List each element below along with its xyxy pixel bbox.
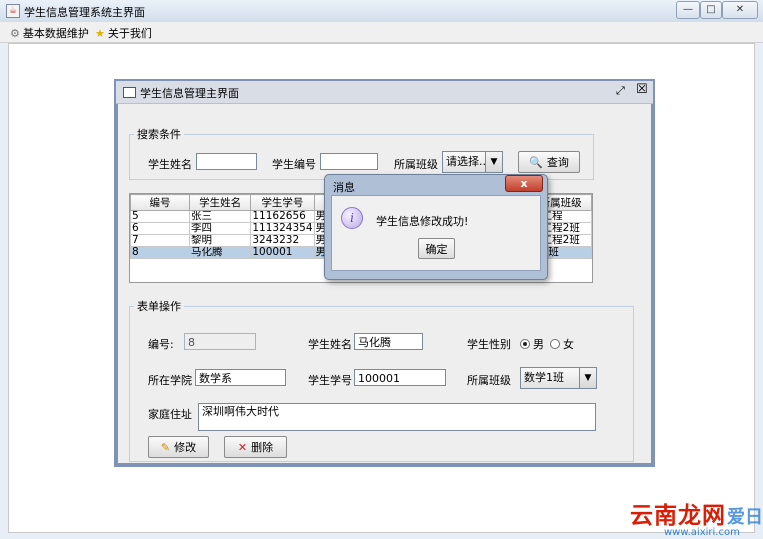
query-button[interactable]: 🔍 查询 [518, 151, 580, 173]
search-number-label: 学生编号 [272, 158, 316, 171]
window-title: 学生信息管理系统主界面 [24, 6, 145, 19]
form-class-select[interactable]: 数学1班 ▼ [520, 367, 597, 389]
search-number-input[interactable] [320, 153, 378, 170]
radio-unchecked-icon [550, 339, 560, 349]
gender-female-radio[interactable]: 女 [550, 336, 574, 352]
form-number-input[interactable]: 100001 [354, 369, 446, 386]
form-gender-label: 学生性别 [467, 338, 511, 351]
search-name-label: 学生姓名 [148, 158, 192, 171]
radio-checked-icon [520, 339, 530, 349]
table-cell: 8 [130, 246, 190, 259]
frame-close-icon[interactable]: ☒ [636, 82, 648, 97]
table-cell: 黎明 [188, 234, 252, 247]
menu-about-us-label: 关于我们 [107, 27, 152, 40]
frame-icon [123, 87, 136, 98]
search-class-value: 请选择... [446, 155, 490, 168]
chevron-down-icon: ▼ [579, 368, 596, 388]
edit-button[interactable]: ✎ 修改 [148, 436, 209, 458]
chevron-down-icon: ▼ [485, 152, 502, 172]
search-icon: 🔍 [529, 155, 543, 169]
pencil-icon: ✎ [160, 440, 171, 454]
table-cell: 7 [130, 234, 190, 247]
table-cell: 3243232 [250, 234, 315, 247]
gender-female-label: 女 [563, 338, 574, 351]
menu-about-us[interactable]: ★ 关于我们 [95, 25, 152, 41]
search-class-select[interactable]: 请选择... ▼ [442, 151, 503, 173]
java-app-icon: ☕ [6, 4, 20, 18]
menu-basic-data[interactable]: ⚙ 基本数据维护 [10, 25, 89, 41]
form-name-input[interactable]: 马化腾 [354, 333, 423, 350]
column-header[interactable]: 学生姓名 [188, 194, 252, 211]
search-name-input[interactable] [196, 153, 257, 170]
query-button-label: 查询 [546, 156, 569, 169]
menu-basic-data-label: 基本数据维护 [22, 27, 89, 40]
star-icon: ★ [95, 26, 105, 40]
search-class-label: 所属班级 [394, 158, 438, 171]
table-cell: 5 [130, 210, 190, 223]
edit-button-label: 修改 [174, 441, 197, 454]
form-number-label: 学生学号 [308, 374, 352, 387]
frame-restore-icon[interactable]: ⤢ [616, 84, 625, 98]
dialog-close-button[interactable]: x [505, 175, 543, 192]
column-header[interactable]: 编号 [130, 194, 190, 211]
form-id-label: 编号: [148, 338, 174, 351]
dialog-title: 消息 [333, 181, 355, 194]
table-cell: 张三 [188, 210, 252, 223]
column-header[interactable]: 学生学号 [250, 194, 315, 211]
table-cell: 11162656 [250, 210, 315, 223]
table-cell: 马化腾 [188, 246, 252, 259]
form-address-textarea[interactable]: 深圳啊伟大时代 [198, 403, 596, 431]
form-address-label: 家庭住址 [148, 408, 192, 421]
delete-button[interactable]: ✕ 删除 [224, 436, 287, 458]
table-cell: 111324354 [250, 222, 315, 235]
internal-frame-title: 学生信息管理主界面 [140, 87, 239, 100]
gear-icon: ⚙ [10, 26, 20, 40]
form-id-field: 8 [184, 333, 256, 350]
delete-x-icon: ✕ [237, 440, 248, 454]
table-cell: 6 [130, 222, 190, 235]
form-class-value: 数学1班 [524, 371, 564, 384]
form-group-legend: 表单操作 [137, 300, 181, 313]
table-cell: 李四 [188, 222, 252, 235]
form-school-label: 所在学院 [148, 374, 192, 387]
form-class-label: 所属班级 [467, 374, 511, 387]
window-titlebar: ☕ 学生信息管理系统主界面 — □ ✕ [0, 0, 763, 22]
table-cell: 100001 [250, 246, 315, 259]
internal-frame-titlebar[interactable]: 学生信息管理主界面 ⤢ ☒ [116, 81, 653, 104]
search-group-legend: 搜索条件 [137, 128, 181, 141]
watermark-url: www.aixiri.com [664, 527, 740, 538]
watermark-logo: 云南龙网 [630, 503, 726, 529]
gender-male-radio[interactable]: 男 [520, 336, 544, 352]
minimize-button[interactable]: — [676, 1, 700, 19]
info-icon: i [341, 207, 363, 229]
dialog-body: i 学生信息修改成功! 确定 [331, 195, 541, 271]
menu-bar: ⚙ 基本数据维护 ★ 关于我们 [0, 22, 763, 43]
maximize-button[interactable]: □ [700, 1, 722, 19]
close-button[interactable]: ✕ [722, 1, 758, 19]
dialog-message: 学生信息修改成功! [376, 215, 469, 228]
dialog-ok-button[interactable]: 确定 [418, 238, 455, 259]
form-school-input[interactable]: 数学系 [195, 369, 286, 386]
gender-male-label: 男 [533, 338, 544, 351]
watermark-corner: 爱日 [727, 507, 763, 528]
form-name-label: 学生姓名 [308, 338, 352, 351]
delete-button-label: 删除 [251, 441, 274, 454]
